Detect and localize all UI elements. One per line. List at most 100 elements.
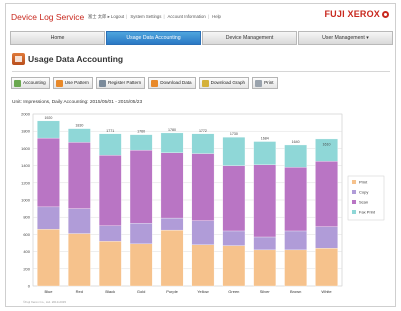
y-tick-label: 1800	[21, 129, 31, 134]
print-button-label: Print	[264, 80, 274, 85]
tab-home[interactable]: Home	[10, 31, 105, 45]
y-tick-label: 1200	[21, 180, 31, 185]
register-icon	[99, 79, 106, 87]
bar-total-label: 1684	[261, 137, 269, 141]
legend-swatch	[352, 180, 356, 184]
y-tick-label: 1000	[21, 198, 31, 203]
page-title-text: Usage Data Accounting	[28, 54, 124, 64]
download-icon	[151, 79, 159, 87]
accounting-button[interactable]: Accounting	[11, 77, 50, 89]
footer-copyright: ©Fuji Xerox Co., Ltd. 2013-2015	[23, 300, 66, 304]
legend-swatch	[352, 200, 356, 204]
legend-label: Scan	[359, 200, 368, 205]
account-information-link[interactable]: Account Information	[168, 14, 206, 19]
bar-segment-print	[253, 249, 277, 287]
register-pattern-button-label: Register Pattern	[108, 80, 142, 85]
bar-segment-print	[222, 245, 246, 287]
x-tick-label: Black	[105, 289, 115, 294]
bar-segment-copy	[68, 208, 91, 234]
bar-segment-copy	[191, 220, 215, 245]
bar-total-label: 1771	[106, 129, 114, 133]
bar-segment-scan	[222, 165, 246, 232]
print-button[interactable]: Print	[252, 77, 278, 89]
bar-segment-print	[129, 243, 153, 287]
help-link[interactable]: Help	[212, 14, 221, 19]
y-tick-label: 400	[23, 249, 30, 254]
y-tick-label: 1600	[21, 146, 31, 151]
bar-total-label: 1830	[75, 124, 83, 128]
y-tick-label: 1400	[21, 163, 31, 168]
bar-segment-scan	[129, 149, 153, 224]
system-settings-link[interactable]: System Settings	[130, 14, 161, 19]
page-title: Usage Data Accounting	[12, 53, 123, 65]
bar-segment-fax-print	[160, 132, 184, 153]
bar-segment-scan	[68, 142, 91, 209]
divider	[12, 71, 390, 72]
bar-segment-scan	[253, 164, 277, 238]
bar-segment-copy	[160, 217, 184, 231]
x-tick-label: Green	[228, 289, 239, 294]
legend-swatch	[352, 210, 356, 214]
print-icon	[255, 79, 263, 87]
bar-total-label: 1760	[137, 130, 145, 134]
x-tick-label: Silver	[260, 289, 271, 294]
y-tick-label: 800	[23, 215, 30, 220]
tab-device-management[interactable]: Device Management	[202, 31, 297, 45]
legend-label: Print	[359, 180, 368, 185]
accounting-button-label: Accounting	[23, 80, 46, 85]
bar-segment-copy	[253, 236, 277, 251]
bar-segment-scan	[37, 137, 60, 208]
legend-label: Fax Print	[359, 210, 376, 215]
bar-segment-fax-print	[68, 128, 91, 143]
accounting-chart-icon	[12, 53, 25, 65]
y-tick-label: 600	[23, 232, 30, 237]
tab-usage-data-accounting[interactable]: Usage Data Accounting	[106, 31, 201, 45]
bar-segment-copy	[37, 206, 60, 230]
bar-segment-fax-print	[284, 144, 307, 168]
use-pattern-button[interactable]: Use Pattern	[52, 77, 93, 89]
bar-segment-scan	[315, 161, 338, 227]
download-data-button[interactable]: Download Data	[148, 77, 196, 89]
main-nav: Home Usage Data Accounting Device Manage…	[10, 31, 393, 45]
unit-line: Unit: Impressions, Daily Accounting: 201…	[12, 100, 143, 105]
bar-segment-copy	[98, 225, 122, 242]
download-graph-button[interactable]: Download Graph	[198, 77, 250, 89]
bar-segment-fax-print	[129, 134, 153, 151]
chart-container: 0 200 400 600 800 1000 1200 1400 1600 1800 2000 192…	[11, 110, 392, 305]
top-links: 富士 太郎 ▸ Logout | System Settings | Account…	[88, 14, 221, 19]
y-tick-label: 200	[23, 266, 30, 271]
logo-text: FUJI XEROX	[324, 9, 380, 19]
tab-user-management[interactable]: User Management ▾	[298, 31, 393, 45]
browser-frame: Device Log Service 富士 太郎 ▸ Logout | Syste…	[5, 3, 396, 307]
bar-total-label: 1920	[44, 116, 52, 120]
stacked-bar-chart: 0 200 400 600 800 1000 1200 1400 1600 1800 2000 192…	[21, 112, 385, 304]
logout-link[interactable]: 富士 太郎 ▸ Logout	[88, 14, 124, 19]
bar-segment-fax-print	[253, 141, 277, 165]
bar-segment-print	[68, 233, 91, 287]
legend-swatch	[352, 190, 356, 194]
bar-total-label: 1780	[168, 128, 176, 132]
bar-total-label: 1730	[230, 132, 238, 136]
x-tick-label: Gold	[137, 289, 145, 294]
use-pattern-button-label: Use Pattern	[64, 80, 89, 85]
bar-segment-print	[37, 229, 60, 287]
bar-segment-scan	[98, 155, 122, 226]
bar-segment-fax-print	[191, 133, 215, 154]
download-graph-button-label: Download Graph	[210, 80, 246, 85]
accounting-icon	[14, 79, 21, 87]
bar-segment-print	[315, 248, 338, 287]
top-bar: Device Log Service 富士 太郎 ▸ Logout | Syste…	[6, 4, 395, 28]
x-tick-label: White	[321, 289, 332, 294]
bar-segment-copy	[222, 230, 246, 246]
bar-segment-scan	[191, 153, 215, 221]
bar-segment-fax-print	[37, 120, 60, 139]
y-tick-label: 0	[28, 284, 31, 289]
toolbar: Accounting Use Pattern Register Pattern …	[11, 77, 278, 89]
pattern-icon	[55, 79, 63, 87]
bar-segment-print	[160, 229, 184, 287]
x-tick-label: Blue	[44, 289, 53, 294]
app-title: Device Log Service	[11, 12, 85, 22]
register-pattern-button[interactable]: Register Pattern	[96, 77, 146, 89]
graph-icon	[201, 79, 209, 87]
y-tick-label: 2000	[21, 112, 31, 117]
